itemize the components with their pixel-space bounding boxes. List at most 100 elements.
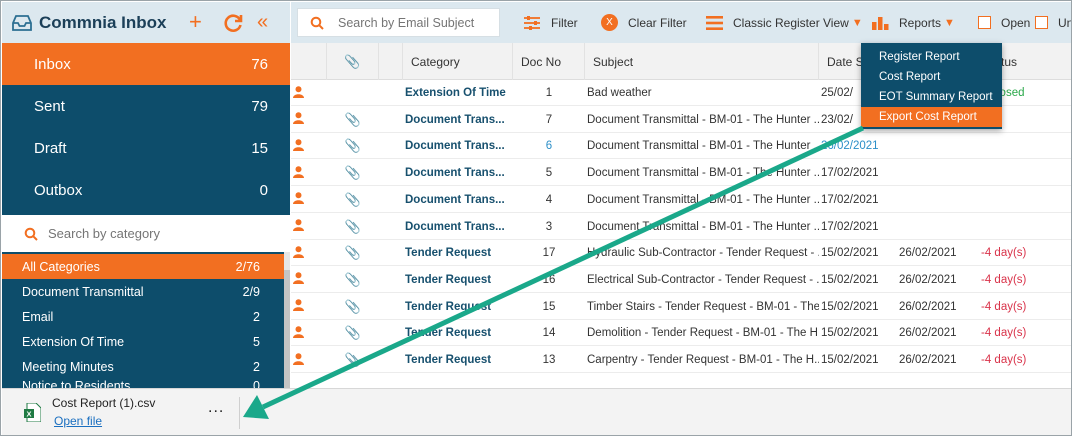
blank-cell: [379, 240, 403, 266]
table-row[interactable]: 📎 Document Trans... 3 Document Transmittal …: [291, 214, 1071, 240]
due-date-cell: 26/02/2021: [899, 354, 957, 366]
subject-cell: Document Transmittal - BM-01 - The Hunte…: [587, 193, 819, 206]
sender-icon: [293, 139, 304, 154]
search-icon: [310, 16, 324, 30]
scrollbar-thumb[interactable]: [284, 270, 290, 388]
category-count: 2/9: [242, 284, 260, 299]
header-attachment-col[interactable]: 📎: [327, 43, 379, 80]
due-date-cell: 26/02/2021: [899, 247, 957, 260]
subject-cell: Document Transmittal - BM-01 - The Hunte…: [587, 167, 819, 180]
filter-label: Filter: [551, 15, 578, 30]
unread-checkbox[interactable]: Un: [1035, 2, 1071, 43]
table-row[interactable]: 📎 Document Trans... 6 Document Transmittal …: [291, 133, 1071, 160]
subject-cell: Demolition - Tender Request - BM-01 - Th…: [587, 327, 819, 340]
open-file-link[interactable]: Open file: [54, 414, 102, 428]
status-cell: [977, 160, 1071, 186]
doc-no-cell: 16: [542, 273, 556, 286]
nav-item-draft[interactable]: Draft 15: [2, 127, 290, 169]
table-row[interactable]: 📎 Tender Request 13 Carpentry - Tender Requ…: [291, 347, 1071, 373]
status-cell: -4 day(s): [981, 327, 1027, 340]
paperclip-icon: 📎: [344, 191, 362, 207]
collapse-icon[interactable]: «: [257, 11, 268, 33]
reports-button[interactable]: Reports ▼: [872, 2, 955, 43]
category-scrollbar[interactable]: [284, 252, 290, 388]
category-item-all[interactable]: All Categories 2/76: [2, 254, 284, 279]
nav-label: Outbox: [34, 181, 83, 199]
table-row[interactable]: 📎 Tender Request 15 Timber Stairs - Tender …: [291, 294, 1071, 320]
date-sent-cell: 15/02/2021: [821, 273, 879, 286]
nav-item-inbox[interactable]: Inbox 76: [2, 43, 290, 85]
category-item-document-transmittal[interactable]: Document Transmittal 2/9: [2, 279, 284, 304]
doc-no-cell: 6: [545, 140, 553, 153]
sidebar: Commnia Inbox + « Inbox 76 Sent 79 Draft…: [2, 2, 290, 388]
add-icon[interactable]: +: [189, 11, 202, 33]
category-search-input[interactable]: [48, 226, 268, 241]
refresh-icon[interactable]: [222, 12, 244, 34]
table-row[interactable]: 📎 Document Trans... 4 Document Transmittal …: [291, 187, 1071, 213]
table-row[interactable]: 📎 Document Trans... 5 Document Transmittal …: [291, 160, 1071, 187]
attachment-cell: 📎: [327, 347, 379, 373]
open-checkbox[interactable]: Open: [978, 2, 1030, 43]
email-search-input[interactable]: [338, 15, 498, 30]
header-subject[interactable]: Subject: [585, 43, 819, 80]
table-row[interactable]: 📎 Tender Request 14 Demolition - Tender Req…: [291, 320, 1071, 347]
header-category[interactable]: Category: [403, 43, 513, 80]
due-date-cell: 26/02/2021: [899, 327, 957, 340]
blank-cell: [379, 267, 403, 293]
nav-label: Draft: [34, 139, 67, 157]
mailbox-nav: Inbox 76 Sent 79 Draft 15 Outbox 0: [2, 43, 290, 211]
subject-cell: Document Transmittal - BM-01 - The Hunte…: [587, 140, 819, 153]
category-item-extension-of-time[interactable]: Extension Of Time 5: [2, 329, 284, 354]
nav-item-outbox[interactable]: Outbox 0: [2, 169, 290, 211]
category-cell: Document Trans...: [405, 220, 505, 233]
category-search: [2, 215, 290, 252]
due-date-cell: [899, 160, 977, 186]
table-row[interactable]: 📎 Tender Request 16 Electrical Sub-Contract…: [291, 267, 1071, 293]
sender-icon: [293, 192, 304, 207]
filter-button[interactable]: Filter: [523, 2, 578, 43]
sender-cell: [291, 133, 327, 159]
clear-filter-button[interactable]: X Clear Filter: [601, 2, 687, 43]
blank-cell: [379, 294, 403, 320]
filter-sliders-icon: [524, 15, 540, 30]
category-count: 2/76: [235, 259, 260, 274]
doc-no-cell: 7: [545, 113, 553, 126]
status-cell: -4 day(s): [981, 273, 1027, 286]
category-item-meeting-minutes[interactable]: Meeting Minutes 2: [2, 354, 284, 379]
doc-no-cell: 3: [545, 220, 553, 233]
header-blank-col: [379, 43, 403, 80]
status-cell: [977, 187, 1071, 213]
blank-cell: [379, 214, 403, 240]
paperclip-icon: 📎: [344, 245, 362, 261]
attachment-cell: 📎: [327, 320, 379, 346]
paperclip-icon: 📎: [344, 298, 362, 314]
nav-label: Inbox: [34, 55, 71, 73]
category-item-email[interactable]: Email 2: [2, 304, 284, 329]
nav-count: 76: [251, 55, 268, 73]
menu-item-export-cost-report[interactable]: Export Cost Report: [861, 107, 1002, 127]
menu-item-register-report[interactable]: Register Report: [861, 47, 1002, 67]
doc-no-cell: 14: [542, 327, 556, 340]
paperclip-icon: 📎: [344, 218, 362, 234]
category-count: 2: [253, 309, 260, 324]
doc-no-cell: 15: [542, 300, 556, 313]
blank-cell: [379, 133, 403, 159]
table-row[interactable]: 📎 Tender Request 17 Hydraulic Sub-Contracto…: [291, 240, 1071, 267]
sender-icon: [293, 272, 304, 287]
category-item-notice-to-residents[interactable]: Notice to Residents 0: [2, 379, 284, 388]
divider: [239, 397, 240, 429]
paperclip-icon: 📎: [344, 271, 362, 287]
menu-item-eot-summary-report[interactable]: EOT Summary Report: [861, 87, 1002, 107]
chevron-down-icon: ▼: [944, 16, 955, 29]
subject-cell: Electrical Sub-Contractor - Tender Reque…: [587, 273, 819, 286]
nav-count: 0: [259, 181, 268, 199]
header-doc-no[interactable]: Doc No: [513, 43, 585, 80]
view-selector[interactable]: Classic Register View ▼: [706, 2, 863, 43]
category-cell: Extension Of Time: [405, 87, 506, 99]
sender-icon: [293, 219, 304, 234]
category-count: 5: [253, 334, 260, 349]
more-options-icon[interactable]: ...: [208, 399, 224, 417]
sender-icon: [293, 245, 304, 261]
nav-item-sent[interactable]: Sent 79: [2, 85, 290, 127]
menu-item-cost-report[interactable]: Cost Report: [861, 67, 1002, 87]
